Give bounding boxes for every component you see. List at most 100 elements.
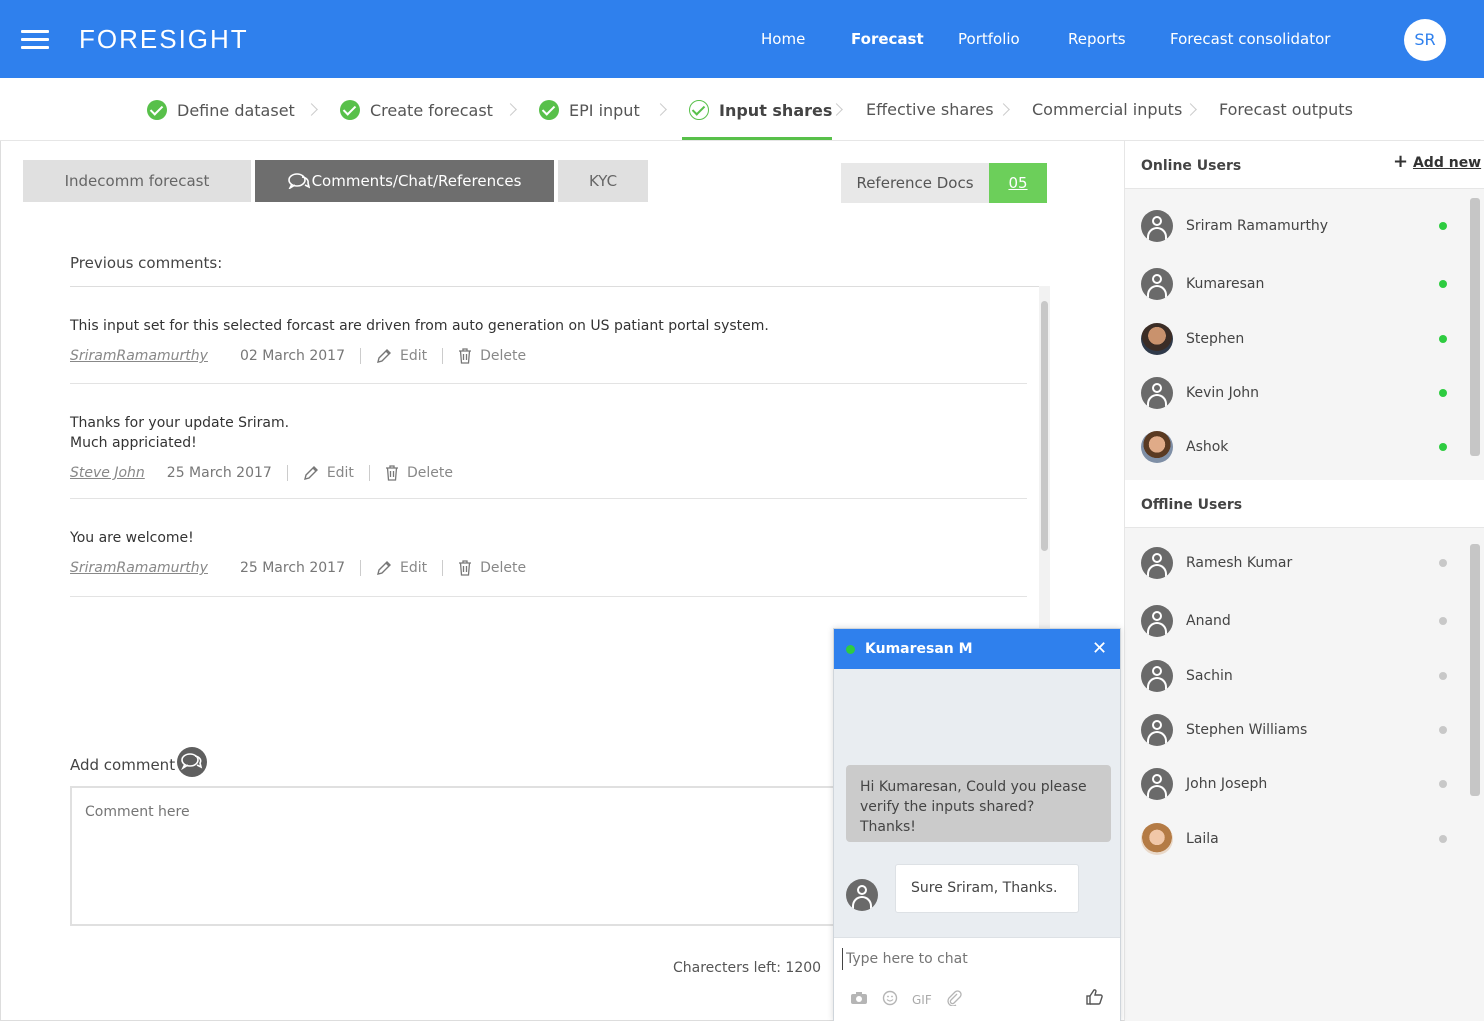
nav-home[interactable]: Home <box>761 30 805 48</box>
scrollbar-thumb[interactable] <box>1470 198 1480 456</box>
comment-author-link[interactable]: SriramRamamurthy <box>70 560 208 576</box>
online-status-dot <box>846 645 855 654</box>
tab-label: Comments/Chat/References <box>311 172 522 190</box>
user-avatar-icon <box>1141 377 1173 409</box>
comment-date: 25 March 2017 <box>166 465 272 481</box>
comment-text: Thanks for your update Sriram. <box>70 415 290 431</box>
delete-button[interactable]: Delete <box>385 465 453 481</box>
tab-kyc[interactable]: KYC <box>558 160 648 202</box>
nav-forecast-consolidator[interactable]: Forecast consolidator <box>1170 30 1330 48</box>
hamburger-menu-icon[interactable] <box>21 30 49 50</box>
user-avatar-icon <box>1141 660 1173 692</box>
edit-button[interactable]: Edit <box>376 560 427 576</box>
divider <box>442 560 444 576</box>
comments-list: This input set for this selected forcast… <box>70 286 1050 631</box>
chat-input[interactable] <box>842 948 1102 970</box>
reference-docs-count[interactable]: 05 <box>989 163 1047 203</box>
divider <box>359 560 361 576</box>
step-commercial-inputs[interactable]: Commercial inputs <box>1032 100 1182 119</box>
active-step-indicator <box>682 137 832 140</box>
comments-scrollbar[interactable] <box>1039 286 1050 631</box>
offline-user-item[interactable]: Sachin <box>1141 659 1461 693</box>
chat-avatar <box>846 879 878 911</box>
add-new-button[interactable]: + Add new <box>1393 153 1481 172</box>
offline-status-dot <box>1439 559 1447 567</box>
user-avatar[interactable]: SR <box>1404 19 1446 61</box>
nav-portfolio[interactable]: Portfolio <box>958 30 1020 48</box>
chevron-right-icon <box>654 103 667 116</box>
close-icon[interactable]: ✕ <box>1092 638 1107 659</box>
scrollbar-thumb[interactable] <box>1470 544 1480 796</box>
comment-meta: SriramRamamurthy 02 March 2017 Edit Dele… <box>70 348 1027 364</box>
gif-button[interactable]: GIF <box>912 993 932 1007</box>
user-photo-avatar <box>1141 323 1173 355</box>
edit-button[interactable]: Edit <box>376 348 427 364</box>
users-sidebar: Online Users + Add new Sriram Ramamurthy… <box>1125 141 1484 1021</box>
edit-label: Edit <box>399 348 428 364</box>
offline-user-item[interactable]: Laila <box>1141 822 1461 856</box>
step-define-dataset[interactable]: Define dataset <box>147 100 295 120</box>
user-name: Laila <box>1186 831 1219 847</box>
delete-button[interactable]: Delete <box>458 348 526 364</box>
online-user-item[interactable]: Kevin John <box>1141 376 1461 410</box>
plus-icon: + <box>1393 151 1409 172</box>
nav-reports[interactable]: Reports <box>1068 30 1126 48</box>
user-name: Sachin <box>1186 668 1233 684</box>
tab-indecomm-forecast[interactable]: Indecomm forecast <box>23 160 251 202</box>
comment-bubbles-icon[interactable] <box>177 747 207 777</box>
camera-icon[interactable] <box>850 991 868 1008</box>
online-user-item[interactable]: Stephen <box>1141 322 1461 356</box>
online-status-dot <box>1439 335 1447 343</box>
step-create-forecast[interactable]: Create forecast <box>340 100 493 120</box>
offline-status-dot <box>1439 726 1447 734</box>
user-avatar-icon <box>1141 714 1173 746</box>
online-user-item[interactable]: Kumaresan <box>1141 267 1461 301</box>
comment-item: Thanks for your update Sriram. Much appr… <box>70 413 1027 499</box>
online-users-scrollbar[interactable] <box>1468 196 1482 456</box>
message-line: verify the inputs shared? <box>860 799 1035 815</box>
message-line: Hi Kumaresan, Could you please <box>860 779 1087 795</box>
step-input-shares[interactable]: Input shares <box>689 100 832 120</box>
edit-button[interactable]: Edit <box>303 465 354 481</box>
paperclip-icon[interactable] <box>946 990 962 1009</box>
online-status-dot <box>1439 389 1447 397</box>
user-name: Sriram Ramamurthy <box>1186 218 1329 234</box>
comment-textarea[interactable] <box>70 786 840 926</box>
offline-status-dot <box>1439 835 1447 843</box>
step-label: EPI input <box>569 100 640 120</box>
delete-button[interactable]: Delete <box>458 560 526 576</box>
scrollbar-thumb[interactable] <box>1041 301 1048 551</box>
user-photo-avatar <box>1141 431 1173 463</box>
online-user-item[interactable]: Sriram Ramamurthy <box>1141 209 1461 243</box>
trash-icon <box>459 560 472 576</box>
offline-status-dot <box>1439 780 1447 788</box>
check-icon <box>539 100 559 120</box>
tab-comments-chat-references[interactable]: Comments/Chat/References <box>255 160 554 202</box>
comment-item: You are welcome! SriramRamamurthy 25 Mar… <box>70 528 1027 597</box>
offline-user-item[interactable]: Anand <box>1141 604 1461 638</box>
step-epi-input[interactable]: EPI input <box>539 100 640 120</box>
offline-users-scrollbar[interactable] <box>1468 544 1482 804</box>
offline-user-item[interactable]: Stephen Williams <box>1141 713 1461 747</box>
nav-forecast[interactable]: Forecast <box>851 30 924 48</box>
chevron-right-icon <box>997 103 1010 116</box>
offline-user-item[interactable]: John Joseph <box>1141 767 1461 801</box>
step-forecast-outputs[interactable]: Forecast outputs <box>1219 100 1353 119</box>
edit-label: Edit <box>399 560 428 576</box>
comment-text: This input set for this selected forcast… <box>70 318 769 334</box>
chat-toolbar: GIF <box>850 990 976 1009</box>
user-avatar-icon <box>1141 768 1173 800</box>
thumbs-up-icon[interactable] <box>1086 988 1104 1010</box>
step-effective-shares[interactable]: Effective shares <box>866 100 994 119</box>
reference-docs-label[interactable]: Reference Docs <box>841 163 989 203</box>
comment-item: This input set for this selected forcast… <box>70 316 1027 384</box>
comment-author-link[interactable]: Steve John <box>70 465 145 481</box>
delete-label: Delete <box>406 465 453 481</box>
user-avatar-icon <box>1141 268 1173 300</box>
offline-user-item[interactable]: Ramesh Kumar <box>1141 546 1461 580</box>
comment-author-link[interactable]: SriramRamamurthy <box>70 348 208 364</box>
online-user-item[interactable]: Ashok <box>1141 430 1461 464</box>
chevron-right-icon <box>1184 103 1197 116</box>
emoji-icon[interactable] <box>882 990 898 1009</box>
step-label: Commercial inputs <box>1032 100 1183 119</box>
